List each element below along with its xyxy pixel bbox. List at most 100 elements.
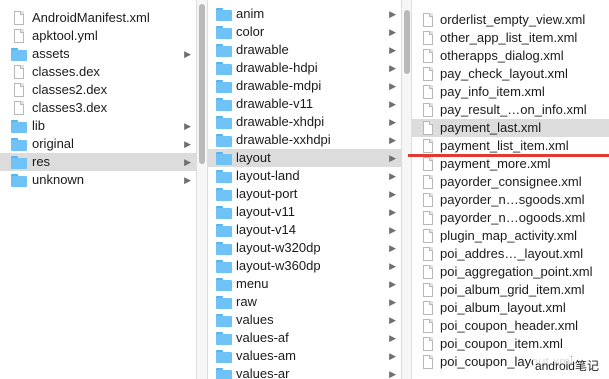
scrollbar-track-1 — [197, 0, 207, 379]
file-icon — [420, 355, 436, 369]
item-label: raw — [236, 294, 257, 309]
file-row[interactable]: classes3.dex — [0, 99, 196, 117]
file-row[interactable]: payment_list_item.xml — [412, 137, 609, 155]
folder-row[interactable]: original ▶ — [0, 135, 196, 153]
item-label: anim — [236, 6, 265, 21]
folder-row[interactable]: layout-w320dp ▶ — [208, 239, 401, 257]
column-divider-1[interactable] — [196, 0, 208, 379]
item-label: values-ar — [236, 366, 290, 379]
folder-row[interactable]: layout-v11 ▶ — [208, 203, 401, 221]
folder-row[interactable]: layout-w360dp ▶ — [208, 257, 401, 275]
folder-row[interactable]: drawable-xxhdpi ▶ — [208, 131, 401, 149]
folder-icon — [11, 47, 27, 61]
chevron-right-icon: ▶ — [389, 99, 396, 109]
file-row[interactable]: payorder_n…sgoods.xml — [412, 191, 609, 209]
folder-icon — [216, 349, 232, 363]
file-icon — [420, 301, 436, 315]
item-label: drawable-xxhdpi — [236, 132, 331, 147]
folder-row[interactable]: drawable-xhdpi ▶ — [208, 113, 401, 131]
file-row[interactable]: poi_addres…_layout.xml — [412, 245, 609, 263]
item-label: drawable-v11 — [236, 96, 314, 111]
item-label: menu — [236, 276, 269, 291]
folder-row[interactable]: drawable-mdpi ▶ — [208, 77, 401, 95]
folder-row[interactable]: raw ▶ — [208, 293, 401, 311]
folder-row[interactable]: layout-v14 ▶ — [208, 221, 401, 239]
folder-row[interactable]: drawable-hdpi ▶ — [208, 59, 401, 77]
folder-row[interactable]: values-am ▶ — [208, 347, 401, 365]
folder-row[interactable]: layout ▶ — [208, 149, 401, 167]
folder-row[interactable]: assets ▶ — [0, 45, 196, 63]
folder-row[interactable]: layout-land ▶ — [208, 167, 401, 185]
folder-row[interactable]: color ▶ — [208, 23, 401, 41]
folder-icon — [216, 259, 232, 273]
folder-row[interactable]: res ▶ — [0, 153, 196, 171]
file-row[interactable]: poi_album_grid_item.xml — [412, 281, 609, 299]
file-row[interactable]: plugin_map_activity.xml — [412, 227, 609, 245]
folder-row[interactable]: anim ▶ — [208, 5, 401, 23]
file-icon — [420, 193, 436, 207]
item-label: color — [236, 24, 265, 39]
file-row[interactable]: orderlist_empty_view.xml — [412, 11, 609, 29]
chevron-right-icon: ▶ — [389, 279, 396, 289]
file-row[interactable]: poi_aggregation_point.xml — [412, 263, 609, 281]
file-row[interactable]: otherapps_dialog.xml — [412, 47, 609, 65]
scrollbar-track-2 — [402, 0, 412, 379]
file-icon — [420, 67, 436, 81]
item-label: poi_aggregation_point.xml — [440, 264, 593, 279]
item-label: res — [32, 154, 51, 169]
file-row[interactable]: poi_coupon_item.xml — [412, 335, 609, 353]
file-row[interactable]: poi_coupon_header.xml — [412, 317, 609, 335]
chevron-right-icon: ▶ — [389, 27, 396, 37]
file-row[interactable]: classes.dex — [0, 63, 196, 81]
finder-column-view: AndroidManifest.xml apktool.yml assets ▶ cla… — [0, 0, 609, 379]
file-icon — [420, 229, 436, 243]
file-row[interactable]: pay_info_item.xml — [412, 83, 609, 101]
chevron-right-icon: ▶ — [184, 157, 191, 167]
chevron-right-icon: ▶ — [184, 49, 191, 59]
column-root: AndroidManifest.xml apktool.yml assets ▶ cla… — [0, 0, 196, 379]
file-row[interactable]: poi_album_layout.xml — [412, 299, 609, 317]
folder-icon — [216, 151, 232, 165]
file-row[interactable]: AndroidManifest.xml — [0, 9, 196, 27]
file-row[interactable]: pay_check_layout.xml — [412, 65, 609, 83]
item-label: layout-w320dp — [236, 240, 321, 255]
chevron-right-icon: ▶ — [389, 297, 396, 307]
item-label: classes3.dex — [32, 100, 108, 115]
column-layout: orderlist_empty_view.xml other_app_list_i… — [412, 0, 609, 379]
folder-row[interactable]: layout-port ▶ — [208, 185, 401, 203]
item-label: poi_album_layout.xml — [440, 300, 566, 315]
file-row[interactable]: apktool.yml — [0, 27, 196, 45]
folder-row[interactable]: drawable ▶ — [208, 41, 401, 59]
file-icon — [420, 157, 436, 171]
folder-row[interactable]: menu ▶ — [208, 275, 401, 293]
item-label: apktool.yml — [32, 28, 98, 43]
file-row[interactable]: payorder_n…ogoods.xml — [412, 209, 609, 227]
folder-row[interactable]: lib ▶ — [0, 117, 196, 135]
scrollbar-thumb-1[interactable] — [199, 4, 205, 164]
file-row[interactable]: pay_result_…on_info.xml — [412, 101, 609, 119]
file-icon — [420, 337, 436, 351]
file-row[interactable]: payment_more.xml — [412, 155, 609, 173]
file-row[interactable]: payment_last.xml — [412, 119, 609, 137]
folder-row[interactable]: drawable-v11 ▶ — [208, 95, 401, 113]
folder-row[interactable]: values-af ▶ — [208, 329, 401, 347]
file-row[interactable]: payorder_consignee.xml — [412, 173, 609, 191]
folder-row[interactable]: unknown ▶ — [0, 171, 196, 189]
chevron-right-icon: ▶ — [389, 333, 396, 343]
folder-row[interactable]: values ▶ — [208, 311, 401, 329]
folder-row[interactable]: values-ar ▶ — [208, 365, 401, 379]
column-divider-2[interactable] — [401, 0, 412, 379]
item-label: orderlist_empty_view.xml — [440, 12, 586, 27]
file-row[interactable]: classes2.dex — [0, 81, 196, 99]
folder-icon — [216, 241, 232, 255]
item-label: drawable-xhdpi — [236, 114, 325, 129]
file-icon — [420, 103, 436, 117]
chevron-right-icon: ▶ — [184, 175, 191, 185]
scrollbar-thumb-2[interactable] — [404, 10, 410, 74]
file-icon — [11, 101, 27, 115]
folder-icon — [216, 331, 232, 345]
file-icon — [420, 283, 436, 297]
file-row[interactable]: other_app_list_item.xml — [412, 29, 609, 47]
item-label: pay_info_item.xml — [440, 84, 545, 99]
folder-icon — [216, 367, 232, 379]
